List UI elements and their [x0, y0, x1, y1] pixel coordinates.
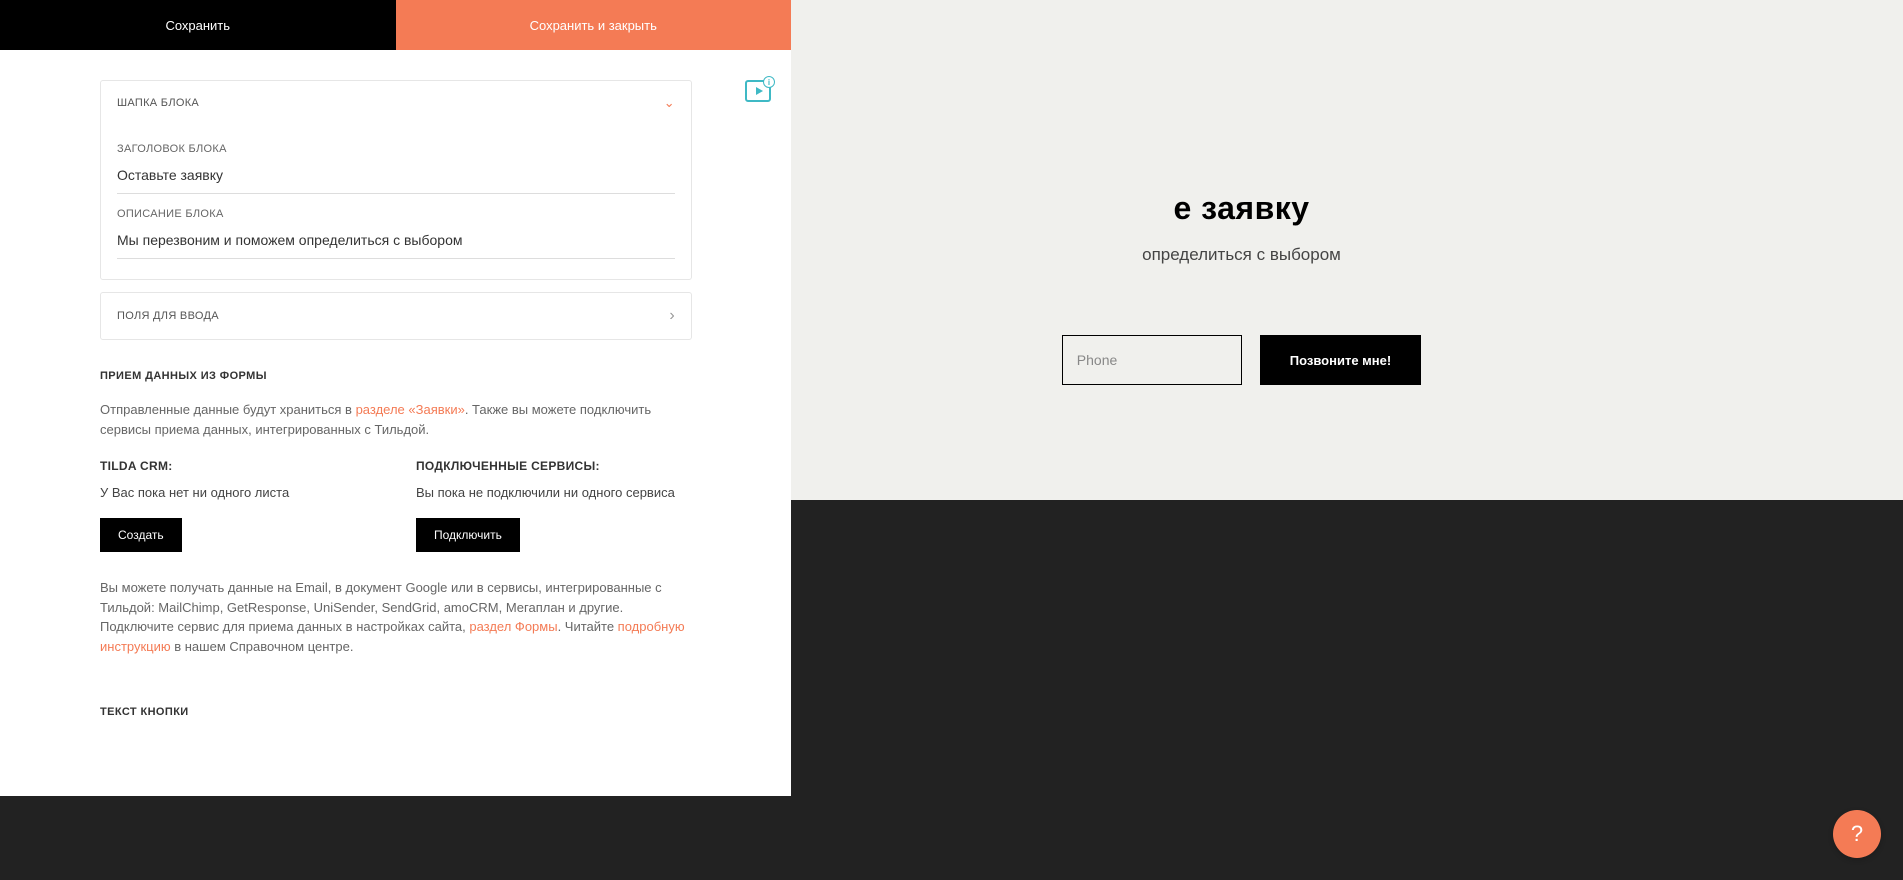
help-text-3: в нашем Справочном центре. — [171, 639, 354, 654]
help-fab-button[interactable]: ? — [1833, 810, 1881, 858]
video-hint-button[interactable]: i — [745, 80, 771, 102]
header-block-body: ЗАГОЛОВОК БЛОКА ОПИСАНИЕ БЛОКА — [101, 125, 691, 279]
save-close-button[interactable]: Сохранить и закрыть — [396, 0, 792, 50]
crm-services-row: TILDA CRM: У Вас пока нет ни одного лист… — [100, 459, 692, 552]
block-desc-input[interactable] — [117, 220, 675, 259]
tilda-crm-col: TILDA CRM: У Вас пока нет ни одного лист… — [100, 459, 376, 552]
editor-topbar: Сохранить Сохранить и закрыть — [0, 0, 791, 50]
tilda-crm-text: У Вас пока нет ни одного листа — [100, 485, 376, 500]
intro-text-1: Отправленные данные будут храниться в — [100, 402, 356, 417]
header-block-toggle[interactable]: ШАПКА БЛОКА ⌄ — [101, 81, 691, 125]
call-button[interactable]: Позвоните мне! — [1260, 335, 1421, 385]
connect-service-button[interactable]: Подключить — [416, 518, 520, 552]
form-data-intro: Отправленные данные будут храниться в ра… — [100, 400, 692, 439]
requests-section-link[interactable]: разделе «Заявки» — [356, 402, 465, 417]
chevron-right-icon: › — [669, 307, 675, 325]
form-data-heading: ПРИЕМ ДАННЫХ ИЗ ФОРМЫ — [100, 370, 692, 382]
header-block-card: ШАПКА БЛОКА ⌄ ЗАГОЛОВОК БЛОКА ОПИСАНИЕ Б… — [100, 80, 692, 280]
connected-services-col: ПОДКЛЮЧЕННЫЕ СЕРВИСЫ: Вы пока не подключ… — [416, 459, 692, 552]
form-data-help: Вы можете получать данные на Email, в до… — [100, 578, 692, 656]
input-fields-toggle[interactable]: ПОЛЯ ДЛЯ ВВОДА › — [101, 293, 691, 339]
input-fields-title: ПОЛЯ ДЛЯ ВВОДА — [117, 310, 219, 322]
chevron-down-icon: ⌄ — [664, 95, 675, 111]
create-list-button[interactable]: Создать — [100, 518, 182, 552]
editor-inner: ШАПКА БЛОКА ⌄ ЗАГОЛОВОК БЛОКА ОПИСАНИЕ Б… — [100, 80, 692, 718]
header-block-title: ШАПКА БЛОКА — [117, 97, 199, 109]
block-title-input[interactable] — [117, 155, 675, 194]
info-badge-icon: i — [763, 76, 775, 88]
input-fields-card: ПОЛЯ ДЛЯ ВВОДА › — [100, 292, 692, 340]
tilda-crm-title: TILDA CRM: — [100, 459, 376, 473]
button-text-heading: ТЕКСТ КНОПКИ — [100, 706, 692, 718]
save-button[interactable]: Сохранить — [0, 0, 396, 50]
connected-services-text: Вы пока не подключили ни одного сервиса — [416, 485, 692, 500]
editor-panel: i ШАПКА БЛОКА ⌄ ЗАГОЛОВОК БЛОКА ОПИСАНИЕ… — [0, 50, 791, 796]
block-title-label: ЗАГОЛОВОК БЛОКА — [117, 129, 675, 155]
forms-section-link[interactable]: раздел Формы — [469, 619, 557, 634]
phone-input[interactable] — [1062, 335, 1242, 385]
block-desc-label: ОПИСАНИЕ БЛОКА — [117, 194, 675, 220]
connected-services-title: ПОДКЛЮЧЕННЫЕ СЕРВИСЫ: — [416, 459, 692, 473]
help-text-2: . Читайте — [558, 619, 618, 634]
